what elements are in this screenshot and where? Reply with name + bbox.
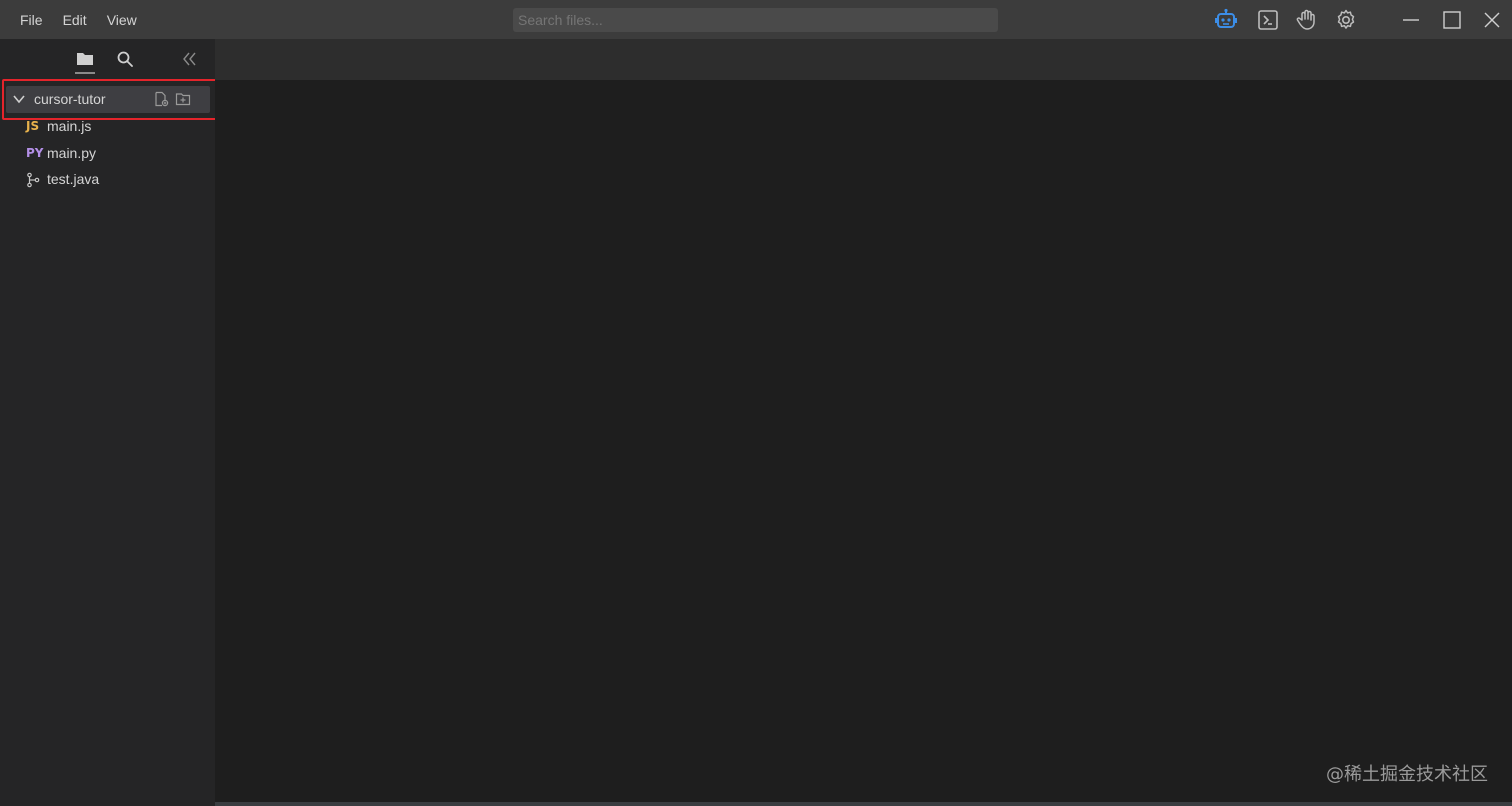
status-edge <box>215 802 1512 806</box>
js-file-icon: JS <box>26 119 40 133</box>
menu-view[interactable]: View <box>97 12 147 28</box>
active-tab-indicator <box>75 72 95 74</box>
git-branch-icon <box>27 172 40 188</box>
sidebar-header <box>0 39 215 80</box>
robot-icon[interactable] <box>1214 8 1238 32</box>
gear-icon[interactable] <box>1334 8 1358 32</box>
terminal-icon[interactable] <box>1256 8 1280 32</box>
file-item-main-js[interactable]: JS main.js <box>22 116 212 138</box>
file-name: main.py <box>47 145 97 161</box>
menu-edit[interactable]: Edit <box>53 12 97 28</box>
file-name: main.js <box>47 118 92 134</box>
folder-icon[interactable] <box>74 48 96 70</box>
menu-file[interactable]: File <box>10 12 53 28</box>
minimize-icon[interactable] <box>1399 8 1423 32</box>
file-name: test.java <box>47 171 100 187</box>
close-icon[interactable] <box>1480 8 1504 32</box>
sidebar: cursor-tutor JS main.js PY main.py test.… <box>0 39 220 806</box>
menu-bar: File Edit View <box>10 0 147 39</box>
new-file-icon[interactable] <box>153 91 169 107</box>
root-folder-label: cursor-tutor <box>34 91 106 107</box>
py-file-icon: PY <box>26 146 44 160</box>
editor-tab-strip <box>215 39 1512 80</box>
file-item-test-java[interactable]: test.java <box>22 169 212 191</box>
double-chevron-left-icon[interactable] <box>179 48 201 70</box>
maximize-icon[interactable] <box>1440 8 1464 32</box>
search-icon[interactable] <box>114 48 136 70</box>
new-folder-icon[interactable] <box>175 91 191 107</box>
hand-icon[interactable] <box>1295 8 1319 32</box>
file-item-main-py[interactable]: PY main.py <box>22 143 212 165</box>
tree-root-folder[interactable]: cursor-tutor <box>6 86 210 113</box>
title-bar: File Edit View <box>0 0 1512 39</box>
chevron-down-icon[interactable] <box>12 92 26 106</box>
search-files-input[interactable] <box>513 8 998 32</box>
watermark: @稀土掘金技术社区 <box>1326 764 1488 785</box>
app-window: File Edit View Search files... cursor-tu… <box>0 0 1512 806</box>
editor-area[interactable] <box>215 80 1512 802</box>
